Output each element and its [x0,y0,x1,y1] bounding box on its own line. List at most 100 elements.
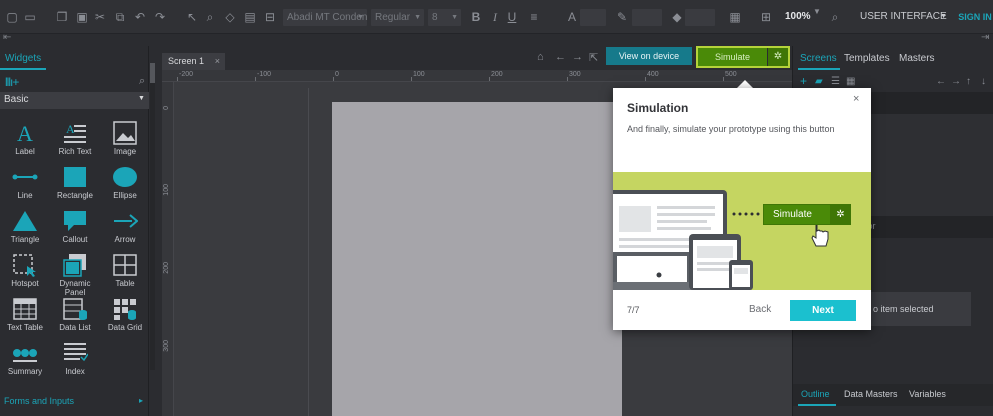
underline-icon[interactable]: U [505,10,519,24]
chevron-down-icon[interactable]: ▼ [813,7,821,16]
ruler-tick-label: 400 [647,71,659,78]
line-color-icon[interactable]: ✎ [615,10,629,24]
horizontal-ruler: -200 -100 0 100 200 300 400 500 [162,70,792,82]
library-icon[interactable]: lllı+ [5,75,19,89]
search-icon[interactable]: ⌕ [203,10,217,24]
label-icon: A [12,121,38,146]
bold-icon[interactable]: B [469,10,483,24]
ruler-tick-label: 200 [163,262,170,274]
widget-callout[interactable]: Callout [50,205,100,249]
tab-outline[interactable]: Outline [801,389,830,399]
widget-triangle[interactable]: Triangle [0,205,50,249]
format-painter-icon[interactable]: ▤ [243,10,257,24]
category-select[interactable]: Basic ▼ [0,92,149,109]
widget-data-grid[interactable]: Data Grid [100,293,150,337]
tab-templates[interactable]: Templates [844,53,890,64]
font-color-icon[interactable]: A [565,10,579,24]
new-file-icon[interactable]: ▢ [5,10,19,24]
fill-color-icon[interactable]: ◆ [670,10,684,24]
open-folder-icon[interactable]: ▭ [23,10,37,24]
ruler-tick [255,77,256,81]
ruler-tick [567,77,568,81]
sign-in-button[interactable]: SIGN IN [957,6,993,28]
search-icon[interactable]: ⌕ [139,75,145,88]
widget-label: Image [113,147,137,156]
collapse-left-icon[interactable]: ⇤ [3,32,11,43]
tab-screen-1[interactable]: Screen 1 × [162,53,225,70]
collapse-right-icon[interactable]: ⇥ [981,32,989,43]
screen-page[interactable] [332,102,622,416]
category-value: Basic [4,94,29,105]
widget-rich-text[interactable]: A Rich Text [50,117,100,161]
eraser-icon[interactable]: ◇ [223,10,237,24]
add-folder-icon[interactable]: ▰ [815,76,823,87]
widget-label[interactable]: A Label [0,117,50,161]
forward-arrow-icon[interactable]: → [572,51,583,63]
move-up-icon[interactable]: ↑ [966,76,971,87]
widget-hotspot[interactable]: Hotspot [0,249,50,293]
tab-variables[interactable]: Variables [909,389,946,399]
widget-data-list[interactable]: Data List [50,293,100,337]
paste-icon[interactable]: ▣ [75,10,89,24]
duplicate-icon[interactable]: ⧉ [113,10,127,24]
widget-table[interactable]: Table [100,249,150,293]
move-down-icon[interactable]: ↓ [981,76,986,87]
widget-summary[interactable]: Summary [0,337,50,381]
undo-icon[interactable]: ↶ [133,10,147,24]
align-text-icon[interactable]: ≡ [527,10,541,24]
home-icon[interactable]: ⌂ [537,51,544,63]
category-label: Forms and Inputs [4,396,75,406]
zoom-level[interactable]: 100% [785,11,811,22]
tab-widgets[interactable]: Widgets [5,53,41,64]
grid-view-icon[interactable]: ▦ [846,76,855,87]
next-button[interactable]: Next [790,300,856,321]
mode-select[interactable]: USER INTERFACE ▼ [853,6,953,28]
widget-rectangle[interactable]: Rectangle [50,161,100,205]
close-icon[interactable]: × [853,93,859,105]
widget-ellipse[interactable]: Ellipse [100,161,150,205]
style-icon[interactable]: ⊟ [263,10,277,24]
align-icon[interactable]: ▦ [728,10,742,24]
arrange-icon[interactable]: ⊞ [759,10,773,24]
copy-icon[interactable]: ❐ [55,10,69,24]
move-left-icon[interactable]: ← [936,76,946,87]
widget-dynamic-panel[interactable]: Dynamic Panel [50,249,100,297]
tab-data-masters[interactable]: Data Masters [844,389,898,399]
widget-line[interactable]: Line [0,161,50,205]
italic-icon[interactable]: I [488,10,502,24]
chevron-down-icon: ▼ [940,13,947,20]
font-color-select[interactable] [580,9,606,26]
zoom-search-icon[interactable]: ⌕ [828,10,842,24]
simulate-button[interactable]: Simulate [698,48,767,66]
back-button[interactable]: Back [749,304,771,315]
widget-index[interactable]: Index [50,337,100,381]
simulation-tutorial-popup: × Simulation And finally, simulate your … [613,88,871,330]
move-right-icon[interactable]: → [951,76,961,87]
ruler-tick [645,77,646,81]
cut-icon[interactable]: ✂ [93,10,107,24]
redo-icon[interactable]: ↷ [153,10,167,24]
widget-label: Ellipse [113,191,137,200]
category-forms-inputs[interactable]: Forms and Inputs ▸ [0,393,149,409]
line-color-select[interactable] [632,9,662,26]
back-arrow-icon[interactable]: ← [555,51,566,63]
line-icon [12,165,38,189]
tab-screens[interactable]: Screens [800,53,837,64]
widget-arrow[interactable]: Arrow [100,205,150,249]
font-family-select[interactable]: Abadi MT Condens ▼ [283,9,367,26]
export-icon[interactable]: ⇱ [589,51,598,64]
pointer-icon[interactable]: ↖ [185,10,199,24]
simulate-settings-gear-icon[interactable]: ✲ [768,48,788,66]
view-on-device-button[interactable]: View on device [606,47,692,65]
tab-masters[interactable]: Masters [899,53,935,64]
widget-text-table[interactable]: Text Table [0,293,50,337]
widget-image[interactable]: Image [100,117,150,161]
font-size-select[interactable]: 8 ▼ [428,9,461,26]
dynamic-panel-icon [62,253,88,277]
add-screen-icon[interactable]: + [800,74,807,88]
chevron-down-icon: ▼ [451,14,458,21]
fill-color-select[interactable] [685,9,715,26]
font-style-select[interactable]: Regular ▼ [371,9,424,26]
list-view-icon[interactable]: ☰ [831,76,840,87]
close-icon[interactable]: × [215,53,220,70]
